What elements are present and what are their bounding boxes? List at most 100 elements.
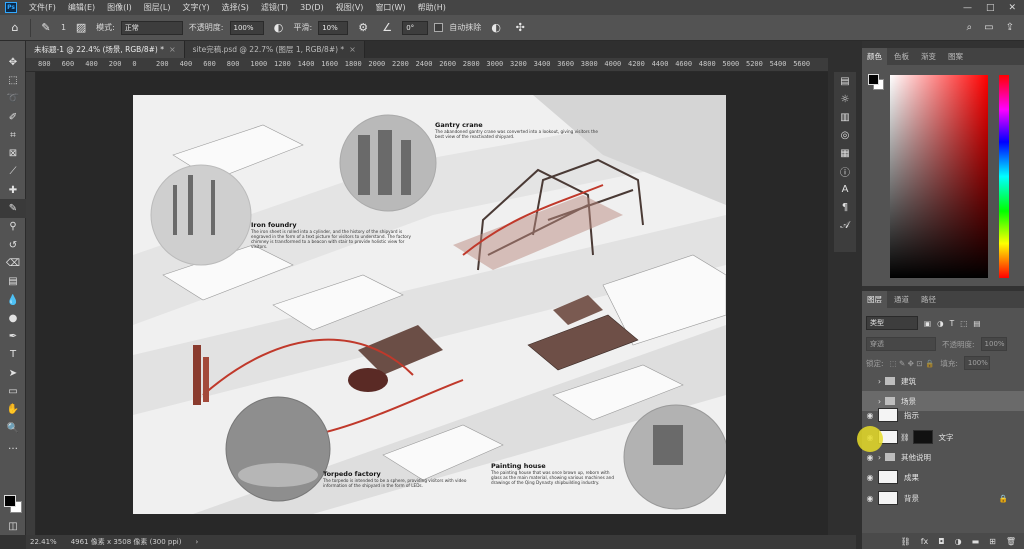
menu-edit[interactable]: 编辑(E) bbox=[62, 2, 101, 13]
zoom-level[interactable]: 22.41% bbox=[30, 538, 57, 546]
new-group-icon[interactable]: ▬ bbox=[972, 537, 980, 546]
smoothing-field[interactable]: 10% bbox=[318, 20, 349, 35]
glyphs-icon[interactable]: 𝒜 bbox=[834, 216, 856, 234]
tab-channels[interactable]: 通道 bbox=[889, 291, 914, 308]
hue-slider[interactable] bbox=[999, 75, 1009, 278]
angle-field[interactable]: 0° bbox=[402, 20, 429, 35]
filter-smart-icon[interactable]: ▤ bbox=[973, 319, 980, 328]
properties-icon[interactable]: ▦ bbox=[834, 144, 856, 162]
brush-tool-icon[interactable]: ✎ bbox=[0, 199, 26, 218]
menu-type[interactable]: 文字(Y) bbox=[176, 2, 215, 13]
zoom-tool-icon[interactable]: 🔍 bbox=[0, 419, 26, 437]
tab-untitled[interactable]: 未标题-1 @ 22.4% (场景, RGB/8#) * × bbox=[26, 41, 185, 58]
lasso-tool-icon[interactable]: ➰ bbox=[0, 90, 26, 108]
layer-row-indicator[interactable]: ◉ 指示 bbox=[862, 405, 1024, 425]
document-canvas[interactable]: Gantry crane The abandoned gantry crane … bbox=[133, 95, 726, 514]
tab-layers[interactable]: 图层 bbox=[862, 291, 887, 308]
menu-file[interactable]: 文件(F) bbox=[23, 2, 62, 13]
move-tool-icon[interactable]: ✥ bbox=[0, 53, 26, 71]
fill-field[interactable]: 100% bbox=[963, 356, 990, 370]
maximize-button[interactable]: □ bbox=[986, 3, 995, 13]
tab-gradients[interactable]: 渐变 bbox=[916, 48, 941, 65]
healing-tool-icon[interactable]: ✚ bbox=[0, 181, 26, 199]
info-icon[interactable]: ⓘ bbox=[834, 162, 856, 180]
character-icon[interactable]: A bbox=[834, 180, 856, 198]
add-mask-icon[interactable]: ◘ bbox=[938, 537, 944, 546]
filter-adjust-icon[interactable]: ◑ bbox=[937, 319, 944, 328]
mode-select[interactable]: 正常 bbox=[120, 20, 183, 35]
eyedropper-tool-icon[interactable]: ⟋ bbox=[0, 163, 26, 181]
close-icon[interactable]: × bbox=[169, 45, 176, 54]
chevron-right-icon[interactable]: › bbox=[878, 453, 881, 462]
foreground-color-swatch[interactable] bbox=[4, 495, 16, 507]
menu-help[interactable]: 帮助(H) bbox=[412, 2, 452, 13]
filter-kind-select[interactable]: 类型 bbox=[866, 316, 918, 330]
brush-size-value[interactable]: 1 bbox=[61, 23, 66, 32]
libraries-icon[interactable]: ▥ bbox=[834, 108, 856, 126]
chevron-right-icon[interactable]: › bbox=[878, 377, 881, 386]
fx-icon[interactable]: fx bbox=[921, 537, 929, 546]
frame-tool-icon[interactable]: ⊠ bbox=[0, 144, 26, 162]
eye-icon[interactable]: ◉ bbox=[862, 494, 878, 503]
layer-row-notes[interactable]: ◉ › 其他说明 bbox=[862, 447, 1024, 467]
link-layers-icon[interactable]: ⛓ bbox=[901, 537, 911, 546]
eraser-tool-icon[interactable]: ⌫ bbox=[0, 254, 26, 272]
filter-shape-icon[interactable]: ⬚ bbox=[960, 319, 967, 328]
menu-view[interactable]: 视图(V) bbox=[330, 2, 370, 13]
filter-type-icon[interactable]: T bbox=[950, 319, 955, 328]
share-icon[interactable]: ⇪ bbox=[1006, 22, 1014, 33]
eye-icon[interactable]: ◉ bbox=[862, 411, 878, 420]
layer-row-background[interactable]: ◉ 背景 🔒 bbox=[862, 488, 1024, 508]
chevron-right-icon[interactable]: › bbox=[195, 538, 198, 546]
brush-panel-icon[interactable]: ▨ bbox=[72, 19, 90, 37]
new-layer-icon[interactable]: ⊞ bbox=[989, 537, 996, 546]
type-tool-icon[interactable]: T bbox=[0, 346, 26, 364]
path-select-tool-icon[interactable]: ➤ bbox=[0, 364, 26, 382]
tab-color[interactable]: 颜色 bbox=[862, 48, 887, 65]
blend-mode-select[interactable]: 穿透 bbox=[866, 337, 936, 351]
marquee-tool-icon[interactable]: ⬚ bbox=[0, 71, 26, 89]
canvas-area[interactable]: Gantry crane The abandoned gantry crane … bbox=[36, 72, 828, 535]
pen-tool-icon[interactable]: ✒ bbox=[0, 327, 26, 345]
menu-layer[interactable]: 图层(L) bbox=[138, 2, 177, 13]
filter-pixel-icon[interactable]: ▣ bbox=[924, 319, 931, 328]
adjustments-icon[interactable]: ◎ bbox=[834, 126, 856, 144]
auto-erase-checkbox[interactable] bbox=[434, 23, 444, 32]
layer-row-text[interactable]: ◉ ⛓ 文字 bbox=[862, 427, 1024, 447]
trash-icon[interactable]: 🗑 bbox=[1006, 537, 1016, 546]
gradient-tool-icon[interactable]: ▤ bbox=[0, 273, 26, 291]
adjustment-layer-icon[interactable]: ◑ bbox=[955, 537, 962, 546]
blur-tool-icon[interactable]: 💧 bbox=[0, 291, 26, 309]
tab-site[interactable]: site完稿.psd @ 22.7% (图层 1, RGB/8#) * × bbox=[184, 41, 365, 58]
more-tools-icon[interactable]: … bbox=[0, 437, 26, 455]
opacity-field[interactable]: 100% bbox=[229, 20, 264, 35]
close-button[interactable]: ✕ bbox=[1008, 3, 1016, 13]
hand-tool-icon[interactable]: ✋ bbox=[0, 401, 26, 419]
eye-icon[interactable]: ◉ bbox=[862, 453, 878, 462]
quick-select-tool-icon[interactable]: ✐ bbox=[0, 108, 26, 126]
color-picker-field[interactable] bbox=[890, 75, 988, 278]
pressure-opacity-icon[interactable]: ◐ bbox=[270, 19, 288, 37]
pressure-size-icon[interactable]: ◐ bbox=[487, 19, 505, 37]
close-icon[interactable]: × bbox=[349, 45, 356, 54]
tab-patterns[interactable]: 图案 bbox=[943, 48, 968, 65]
crop-tool-icon[interactable]: ⌗ bbox=[0, 126, 26, 144]
history-brush-icon[interactable]: ↺ bbox=[0, 236, 26, 254]
brush-preset-icon[interactable]: ✎ bbox=[37, 19, 55, 37]
menu-image[interactable]: 图像(I) bbox=[101, 2, 138, 13]
paragraph-icon[interactable]: ¶ bbox=[834, 198, 856, 216]
lock-icons[interactable]: ⬚ ✎ ✥ ⊡ 🔒 bbox=[890, 359, 935, 368]
menu-window[interactable]: 窗口(W) bbox=[369, 2, 411, 13]
symmetry-icon[interactable]: ✣ bbox=[511, 19, 529, 37]
layer-row-buildings[interactable]: › 建筑 bbox=[862, 371, 1024, 391]
search-icon[interactable]: ⌕ bbox=[967, 22, 973, 33]
tab-swatches[interactable]: 色板 bbox=[889, 48, 914, 65]
foreground-color-swatch[interactable] bbox=[868, 74, 879, 85]
menu-filter[interactable]: 滤镜(T) bbox=[255, 2, 294, 13]
layer-row-result[interactable]: ◉ 成果 bbox=[862, 467, 1024, 487]
learn-icon[interactable]: ☼ bbox=[834, 90, 856, 108]
shape-tool-icon[interactable]: ▭ bbox=[0, 382, 26, 400]
menu-select[interactable]: 选择(S) bbox=[216, 2, 255, 13]
home-icon[interactable]: ⌂ bbox=[6, 19, 24, 37]
stamp-tool-icon[interactable]: ⚲ bbox=[0, 218, 26, 236]
